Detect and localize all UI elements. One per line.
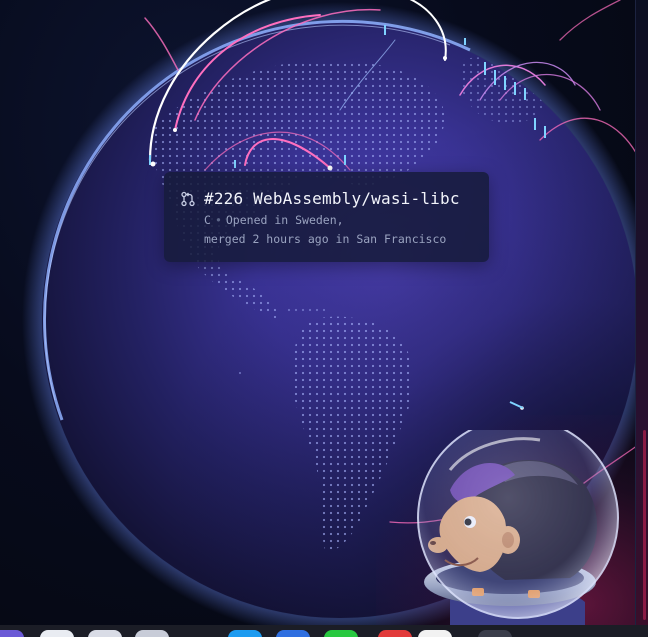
- mona-astronaut-icon: [417, 430, 619, 625]
- app-icon[interactable]: [135, 630, 169, 637]
- app-icon[interactable]: [40, 630, 74, 637]
- pull-request-language: C: [204, 213, 211, 227]
- opened-location: Opened in Sweden,: [225, 213, 344, 227]
- app-icon[interactable]: [228, 630, 262, 637]
- pull-request-title[interactable]: #226 WebAssembly/wasi-libc: [204, 189, 460, 208]
- scroll-handle[interactable]: [643, 430, 646, 620]
- git-pull-request-icon: [181, 191, 195, 207]
- dock: [0, 625, 648, 637]
- app-icon[interactable]: [324, 630, 358, 637]
- globe-visualization: #226 WebAssembly/wasi-libc C • Opened in S…: [0, 0, 648, 637]
- app-icon[interactable]: [378, 630, 412, 637]
- separator-dot: •: [214, 213, 222, 227]
- app-icon[interactable]: [88, 630, 122, 637]
- pull-request-tooltip[interactable]: #226 WebAssembly/wasi-libc C • Opened in S…: [164, 172, 489, 262]
- app-icon[interactable]: [418, 630, 452, 637]
- app-icon[interactable]: [478, 630, 512, 637]
- window-edge: [635, 0, 648, 625]
- arc-pink-8: [559, 0, 621, 41]
- pull-request-opened: C • Opened in Sweden,: [204, 213, 344, 227]
- app-icon[interactable]: [276, 630, 310, 637]
- pull-request-merged: merged 2 hours ago in San Francisco: [204, 232, 447, 246]
- app-icon[interactable]: [0, 630, 24, 637]
